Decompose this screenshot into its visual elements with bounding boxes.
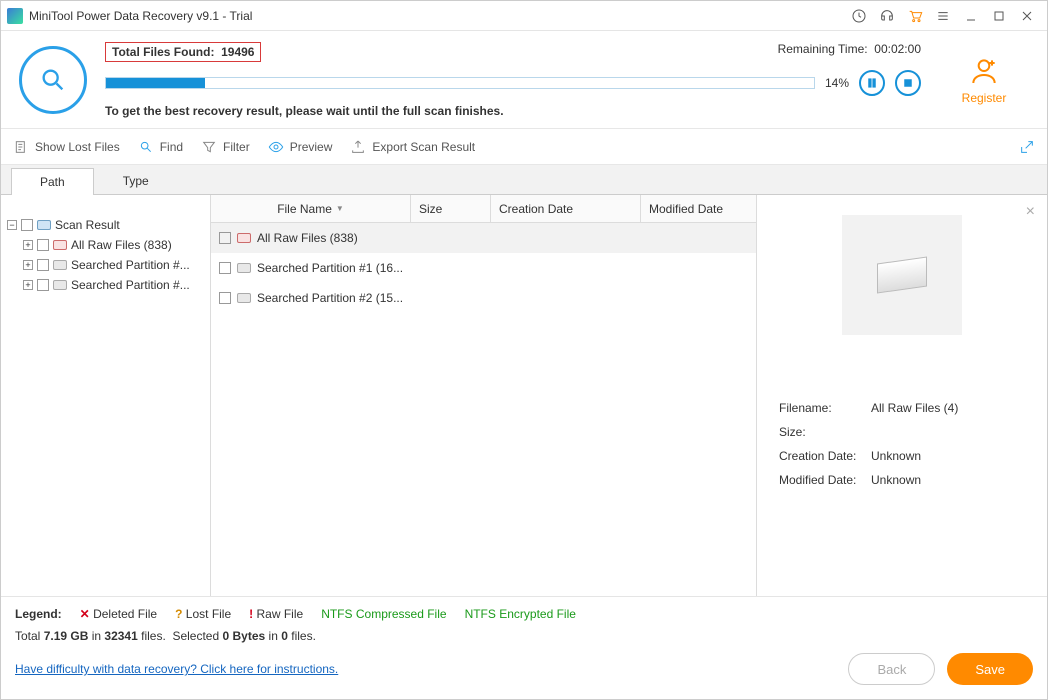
back-button[interactable]: Back [848, 653, 935, 685]
legend-ntfs-compressed: NTFS Compressed File [321, 607, 446, 621]
show-lost-files-button[interactable]: Show Lost Files [13, 139, 120, 155]
file-list-header: File Name▼ Size Creation Date Modified D… [211, 195, 756, 223]
expand-icon[interactable]: + [23, 240, 33, 250]
register-button[interactable]: Register [939, 55, 1029, 105]
expand-icon[interactable]: + [23, 260, 33, 270]
progress-percent: 14% [825, 76, 849, 90]
checkbox[interactable] [219, 262, 231, 274]
app-logo-icon [7, 8, 23, 24]
col-modified-date[interactable]: Modified Date [641, 195, 756, 222]
checkbox[interactable] [37, 259, 49, 271]
find-button[interactable]: Find [138, 139, 183, 155]
share-button[interactable] [1019, 139, 1035, 155]
collapse-icon[interactable]: − [7, 220, 17, 230]
legend-label: Legend: [15, 607, 62, 621]
cart-icon[interactable] [901, 1, 929, 31]
drive-thumbnail-icon [877, 256, 927, 293]
menu-icon[interactable] [929, 1, 957, 31]
col-size[interactable]: Size [411, 195, 491, 222]
legend-ntfs-encrypted: NTFS Encrypted File [465, 607, 576, 621]
progress-bar [105, 77, 815, 89]
close-button[interactable] [1013, 1, 1041, 31]
tree-sidebar: −Scan Result +All Raw Files (838) +Searc… [1, 195, 211, 596]
export-scan-result-button[interactable]: Export Scan Result [350, 139, 475, 155]
file-list: File Name▼ Size Creation Date Modified D… [211, 195, 757, 596]
window-title: MiniTool Power Data Recovery v9.1 - Tria… [29, 9, 252, 23]
total-files-found: Total Files Found: 19496 [105, 42, 261, 62]
list-item[interactable]: Searched Partition #2 (15... [211, 283, 756, 313]
col-filename[interactable]: File Name▼ [211, 195, 411, 222]
checkbox[interactable] [21, 219, 33, 231]
view-tabs: Path Type [1, 165, 1047, 195]
title-bar: MiniTool Power Data Recovery v9.1 - Tria… [1, 1, 1047, 31]
toolbar: Show Lost Files Find Filter Preview Expo… [1, 129, 1047, 165]
checkbox[interactable] [37, 239, 49, 251]
list-item[interactable]: All Raw Files (838) [211, 223, 756, 253]
raw-icon [53, 240, 67, 250]
help-link[interactable]: Have difficulty with data recovery? Clic… [15, 662, 338, 676]
tree-root[interactable]: −Scan Result [1, 215, 210, 235]
support-icon[interactable] [873, 1, 901, 31]
scan-header: Total Files Found: 19496 Remaining Time:… [1, 31, 1047, 129]
scan-message: To get the best recovery result, please … [105, 104, 921, 118]
preview-thumbnail [842, 215, 962, 335]
filter-button[interactable]: Filter [201, 139, 250, 155]
maximize-button[interactable] [985, 1, 1013, 31]
drive-icon [37, 220, 51, 230]
list-item[interactable]: Searched Partition #1 (16... [211, 253, 756, 283]
partition-icon [53, 280, 67, 290]
stop-button[interactable] [895, 70, 921, 96]
checkbox[interactable] [219, 292, 231, 304]
close-detail-button[interactable]: × [1026, 203, 1035, 221]
detail-pane: × Filename:All Raw Files (4) Size: Creat… [757, 195, 1047, 596]
stats-line: Total 7.19 GB in 32341 files. Selected 0… [15, 629, 1033, 643]
partition-icon [237, 263, 251, 273]
tab-path[interactable]: Path [11, 168, 94, 195]
minimize-button[interactable] [957, 1, 985, 31]
tree-all-raw[interactable]: +All Raw Files (838) [1, 235, 210, 255]
checkbox[interactable] [219, 232, 231, 244]
pause-button[interactable] [859, 70, 885, 96]
partition-icon [237, 293, 251, 303]
legend-raw: ! Raw File [249, 607, 303, 621]
detail-meta: Filename:All Raw Files (4) Size: Creatio… [777, 395, 960, 493]
checkbox[interactable] [37, 279, 49, 291]
save-button[interactable]: Save [947, 653, 1033, 685]
tab-type[interactable]: Type [94, 167, 178, 194]
legend-lost: ? Lost File [175, 607, 231, 621]
preview-button[interactable]: Preview [268, 139, 333, 155]
raw-icon [237, 233, 251, 243]
partition-icon [53, 260, 67, 270]
legend-deleted: ✕ Deleted File [80, 607, 157, 621]
tree-searched-partition-1[interactable]: +Searched Partition #... [1, 255, 210, 275]
scan-magnifier-icon [19, 46, 87, 114]
tree-searched-partition-2[interactable]: +Searched Partition #... [1, 275, 210, 295]
progress-fill [106, 78, 205, 88]
col-creation-date[interactable]: Creation Date [491, 195, 641, 222]
expand-icon[interactable]: + [23, 280, 33, 290]
sort-arrow-icon: ▼ [336, 204, 344, 213]
legend-bar: Legend: ✕ Deleted File ? Lost File ! Raw… [1, 596, 1047, 645]
history-icon[interactable] [845, 1, 873, 31]
remaining-time: Remaining Time: 00:02:00 [778, 42, 921, 62]
